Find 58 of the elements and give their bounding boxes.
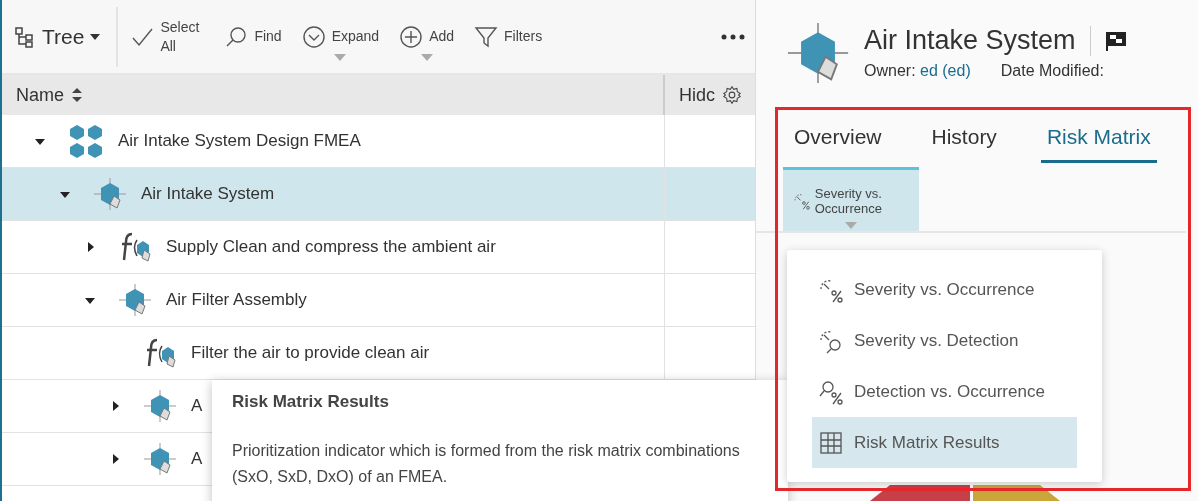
- tooltip-title: Risk Matrix Results: [232, 392, 390, 412]
- caret-icon[interactable]: [85, 242, 95, 252]
- tooltip-text: Prioritization indicator which is formed from the risk matrix combinations (SxO, SxD, DxO) of an FMEA.: [232, 441, 741, 487]
- caret-icon: [90, 32, 101, 41]
- toolbar-button[interactable]: Select All: [122, 14, 213, 59]
- view-mode-button[interactable]: Tree: [14, 6, 119, 67]
- menu-item[interactable]: Detection vs. Occurrence: [812, 366, 1077, 417]
- tree-row[interactable]: Filter the air to provide clean air: [2, 327, 755, 380]
- tab[interactable]: Risk Matrix: [1040, 119, 1157, 163]
- date-modified-label: Date Modified:: [1000, 62, 1104, 80]
- settings-icon[interactable]: [723, 84, 741, 106]
- system-icon: [786, 20, 850, 85]
- menu-item[interactable]: Severity vs. Occurrence: [812, 264, 1077, 315]
- column-header[interactable]: Hidc: [679, 84, 715, 106]
- caret-icon[interactable]: [60, 189, 70, 199]
- tree-row[interactable]: Air Intake System Design FMEA: [2, 115, 755, 168]
- owner-field: Owner: ed (ed): [864, 62, 971, 80]
- system-icon: [93, 177, 127, 211]
- tab[interactable]: History: [925, 119, 1003, 163]
- item-name: Air Intake System Design FMEA: [118, 131, 361, 151]
- item-name: A: [191, 449, 203, 469]
- column-header[interactable]: Name: [16, 84, 64, 106]
- tree-row[interactable]: Air Filter Assembly: [2, 274, 755, 327]
- system-icon: [118, 283, 152, 317]
- more-icon[interactable]: [721, 33, 745, 40]
- menu-item[interactable]: Severity vs. Detection: [812, 315, 1077, 366]
- caret-icon[interactable]: [110, 401, 120, 411]
- flag-icon[interactable]: [1104, 30, 1127, 51]
- system-icon: [143, 442, 177, 476]
- toolbar-button[interactable]: Find: [216, 20, 290, 53]
- tree-row[interactable]: Air Intake System: [2, 168, 755, 221]
- toolbar-button[interactable]: Add: [391, 20, 463, 53]
- item-name: Filter the air to provide clean air: [191, 343, 430, 363]
- item-name: Supply Clean and compress the ambient air: [166, 237, 496, 257]
- tree-icon: [14, 25, 36, 48]
- sort-icon[interactable]: [72, 88, 82, 102]
- toolbar-button[interactable]: Expand: [293, 20, 388, 53]
- caret-icon[interactable]: [35, 136, 45, 146]
- system-icon: [143, 389, 177, 423]
- menu-item[interactable]: Risk Matrix Results: [812, 417, 1077, 468]
- magnifier-percent-icon: [818, 378, 844, 405]
- tab[interactable]: Overview: [788, 119, 888, 163]
- search-icon: [224, 24, 249, 49]
- caret-icon[interactable]: [110, 454, 120, 464]
- filter-icon: [474, 24, 499, 49]
- fmea-icon: [68, 124, 104, 158]
- view-dropdown-button[interactable]: Severity vs. Occurrence: [783, 167, 919, 231]
- item-name: Air Filter Assembly: [166, 290, 307, 310]
- caret-icon[interactable]: [85, 295, 95, 305]
- grid-icon: [818, 429, 844, 456]
- chevron-circle-icon: [301, 24, 326, 49]
- tree-row[interactable]: Supply Clean and compress the ambient air: [2, 221, 755, 274]
- item-name: Air Intake System: [141, 184, 275, 204]
- toolbar-button[interactable]: Filters: [466, 20, 551, 53]
- item-title: Air Intake System: [864, 25, 1076, 56]
- item-name: A: [191, 396, 203, 416]
- plus-circle-icon: [399, 24, 424, 49]
- owner-link[interactable]: ed (ed): [920, 62, 971, 79]
